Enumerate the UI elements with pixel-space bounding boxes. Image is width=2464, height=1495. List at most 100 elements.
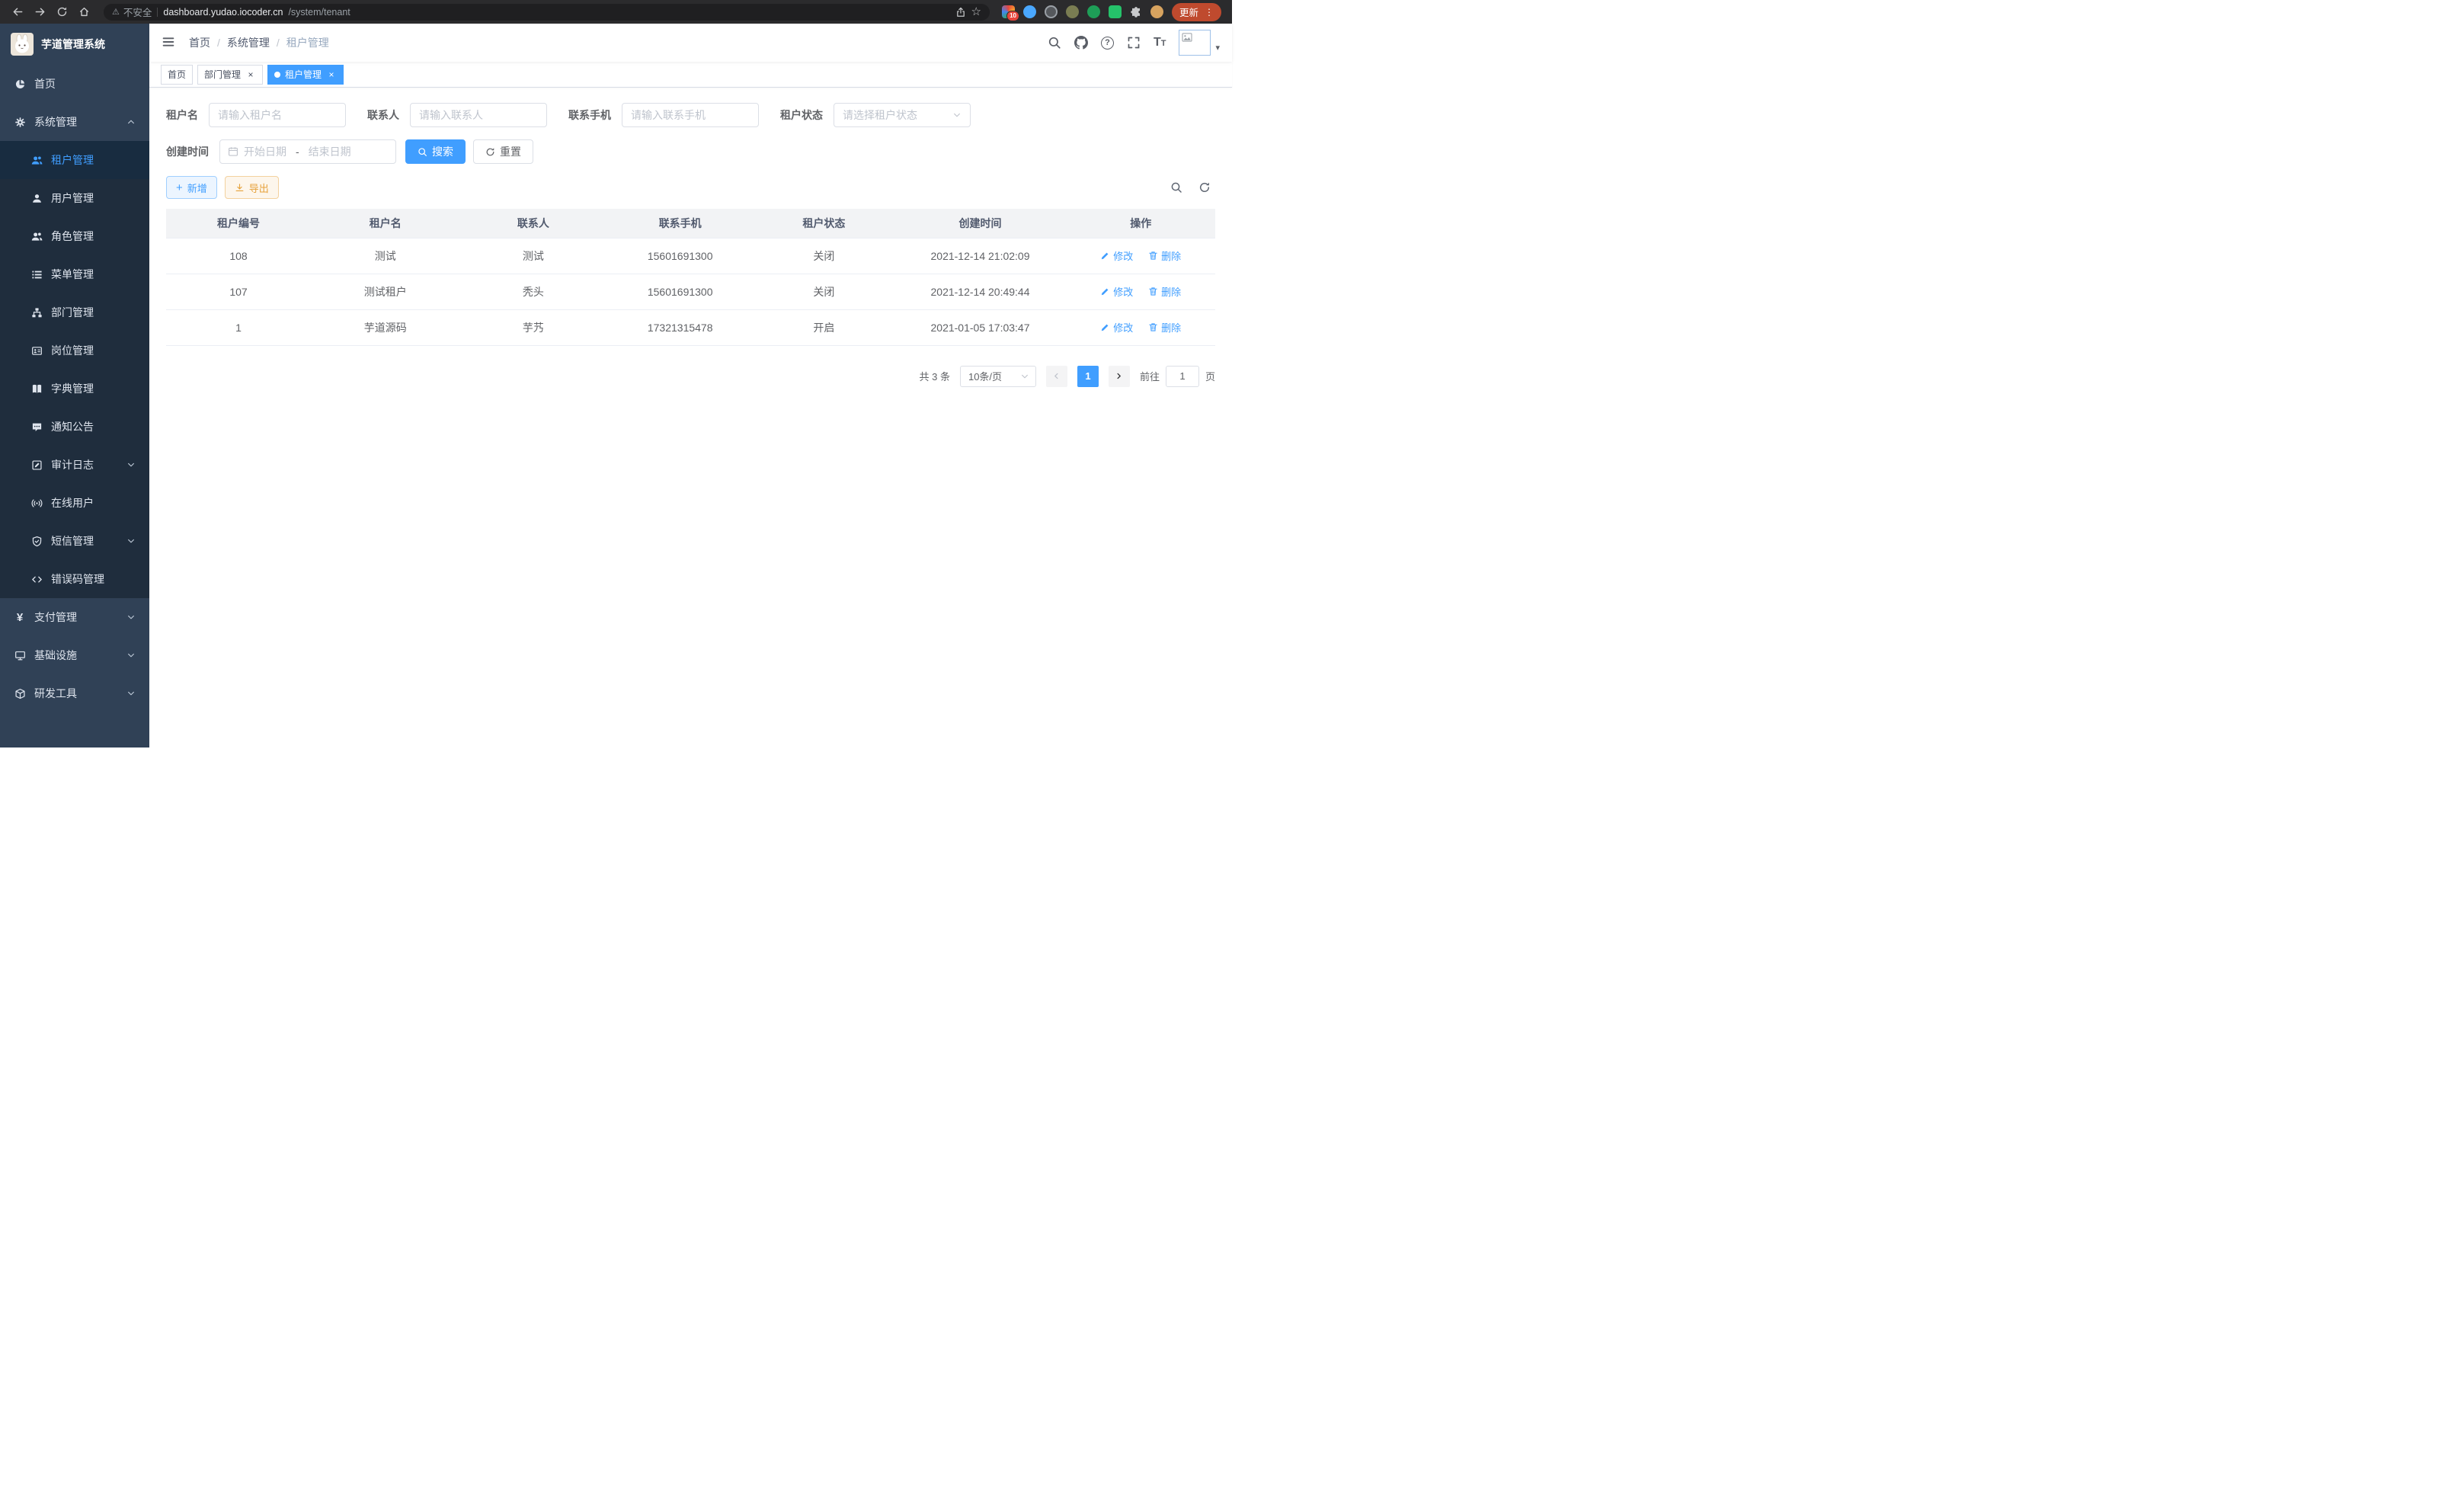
extension-icon-dark-ring[interactable] <box>1045 5 1058 18</box>
chevron-down-icon <box>126 689 136 698</box>
page-size-select[interactable]: 10条/页 <box>960 366 1036 387</box>
menu-list-icon <box>30 268 43 280</box>
edit-link[interactable]: 修改 <box>1100 284 1133 299</box>
address-bar[interactable]: ⚠ 不安全 dashboard.yudao.iocoder.cn /system… <box>104 4 990 21</box>
sidebar-item-audit-log[interactable]: 审计日志 <box>0 446 149 484</box>
tenant-name-input[interactable] <box>209 103 346 127</box>
sidebar-item-role[interactable]: 角色管理 <box>0 217 149 255</box>
active-tab-dot <box>274 72 280 78</box>
sidebar-item-post[interactable]: 岗位管理 <box>0 331 149 370</box>
delete-link[interactable]: 删除 <box>1148 284 1181 299</box>
delete-link[interactable]: 删除 <box>1148 320 1181 335</box>
breadcrumb-home[interactable]: 首页 <box>189 35 210 50</box>
cell-actions: 修改 删除 <box>1066 274 1215 309</box>
app-logo[interactable]: 芋道管理系统 <box>0 24 149 65</box>
col-mobile: 联系手机 <box>606 209 754 238</box>
close-icon[interactable]: × <box>245 69 256 80</box>
sidebar-item-payment[interactable]: ¥ 支付管理 <box>0 598 149 636</box>
log-edit-icon <box>30 459 43 471</box>
caret-down-icon[interactable]: ▾ <box>1215 44 1220 56</box>
tab-home[interactable]: 首页 <box>161 65 193 85</box>
page-content: 租户名 联系人 联系手机 租户状态 请选择租户状态 <box>149 88 1232 748</box>
bookmark-star-icon[interactable]: ☆ <box>971 6 981 18</box>
sidebar-item-sms[interactable]: 短信管理 <box>0 522 149 560</box>
sidebar-item-devtools[interactable]: 研发工具 <box>0 674 149 712</box>
sidebar-item-dept[interactable]: 部门管理 <box>0 293 149 331</box>
github-icon[interactable] <box>1074 36 1088 50</box>
sidebar-item-system[interactable]: 系统管理 <box>0 103 149 141</box>
share-icon[interactable] <box>955 7 966 18</box>
delete-link[interactable]: 删除 <box>1148 248 1181 263</box>
close-icon[interactable]: × <box>326 69 337 80</box>
col-status: 租户状态 <box>754 209 894 238</box>
sidebar-menu: 首页 系统管理 租户管理 用户管理 <box>0 65 149 748</box>
fullscreen-icon[interactable] <box>1127 36 1141 50</box>
cell-tenant-name: 芋道源码 <box>311 309 460 345</box>
browser-update-button[interactable]: 更新 ⋮ <box>1172 3 1221 21</box>
add-button[interactable]: + 新增 <box>166 176 217 199</box>
sidebar-item-dict[interactable]: 字典管理 <box>0 370 149 408</box>
extension-icon-green-square[interactable] <box>1109 5 1122 18</box>
jumper-input[interactable] <box>1166 366 1199 387</box>
sidebar-item-tenant[interactable]: 租户管理 <box>0 141 149 179</box>
breadcrumb-system[interactable]: 系统管理 <box>227 35 270 50</box>
page-number-1[interactable]: 1 <box>1077 366 1099 387</box>
trash-icon <box>1148 322 1158 332</box>
breadcrumb-separator: / <box>217 37 220 49</box>
sidebar-item-home[interactable]: 首页 <box>0 65 149 103</box>
col-create-time: 创建时间 <box>894 209 1067 238</box>
refresh-table-icon[interactable] <box>1198 181 1211 194</box>
date-start-placeholder[interactable]: 开始日期 <box>244 144 286 159</box>
next-page-button[interactable] <box>1109 366 1130 387</box>
extension-badge: 10 <box>1006 11 1019 21</box>
extension-icon-green-circle[interactable] <box>1087 5 1100 18</box>
sidebar-item-menu[interactable]: 菜单管理 <box>0 255 149 293</box>
browser-home-icon[interactable] <box>74 2 94 22</box>
extension-icon-olive[interactable] <box>1066 5 1079 18</box>
help-icon[interactable]: ? <box>1101 37 1114 50</box>
table-header: 租户编号 租户名 联系人 联系手机 租户状态 创建时间 操作 <box>166 209 1215 238</box>
browser-back-icon[interactable] <box>8 2 28 22</box>
download-icon <box>235 183 245 193</box>
reset-button[interactable]: 重置 <box>473 139 533 164</box>
status-select[interactable]: 请选择租户状态 <box>834 103 971 127</box>
sidebar-item-infrastructure[interactable]: 基础设施 <box>0 636 149 674</box>
user-avatar[interactable] <box>1179 30 1211 56</box>
search-icon <box>418 147 427 157</box>
extension-icon-blue[interactable] <box>1023 5 1036 18</box>
sidebar-item-error-code[interactable]: 错误码管理 <box>0 560 149 598</box>
edit-link[interactable]: 修改 <box>1100 320 1133 335</box>
header-search-icon[interactable] <box>1048 36 1061 50</box>
cell-mobile: 15601691300 <box>606 274 754 309</box>
date-end-placeholder[interactable]: 结束日期 <box>309 144 351 159</box>
extension-icon-colorful[interactable]: 10 <box>1002 5 1015 18</box>
date-range-picker[interactable]: 开始日期 - 结束日期 <box>219 139 396 164</box>
tenant-people-icon <box>30 154 43 166</box>
user-avatar-menu[interactable]: ▾ <box>1179 30 1220 56</box>
mobile-input[interactable] <box>622 103 759 127</box>
browser-reload-icon[interactable] <box>52 2 72 22</box>
contact-input[interactable] <box>410 103 547 127</box>
site-security-indicator[interactable]: ⚠ 不安全 <box>112 5 152 19</box>
sidebar-toggle-icon[interactable] <box>162 35 177 50</box>
sidebar-item-notice[interactable]: 通知公告 <box>0 408 149 446</box>
chevron-down-icon <box>952 110 962 120</box>
export-button[interactable]: 导出 <box>225 176 279 199</box>
gear-icon <box>14 116 26 128</box>
tab-tenant[interactable]: 租户管理 × <box>267 65 344 85</box>
prev-page-button[interactable] <box>1046 366 1067 387</box>
browser-menu-kebab-icon[interactable]: ⋮ <box>1205 8 1214 17</box>
edit-link[interactable]: 修改 <box>1100 248 1133 263</box>
sidebar-item-user[interactable]: 用户管理 <box>0 179 149 217</box>
search-button[interactable]: 搜索 <box>405 139 466 164</box>
tab-dept[interactable]: 部门管理 × <box>197 65 263 85</box>
signal-icon <box>30 497 43 509</box>
browser-profile-avatar[interactable] <box>1150 5 1163 18</box>
font-size-icon[interactable]: TT <box>1154 37 1166 49</box>
extensions-puzzle-icon[interactable] <box>1130 6 1142 18</box>
user-icon <box>30 192 43 204</box>
browser-forward-icon[interactable] <box>30 2 50 22</box>
toggle-search-icon[interactable] <box>1170 181 1182 194</box>
sidebar-item-online-users[interactable]: 在线用户 <box>0 484 149 522</box>
trash-icon <box>1148 251 1158 261</box>
